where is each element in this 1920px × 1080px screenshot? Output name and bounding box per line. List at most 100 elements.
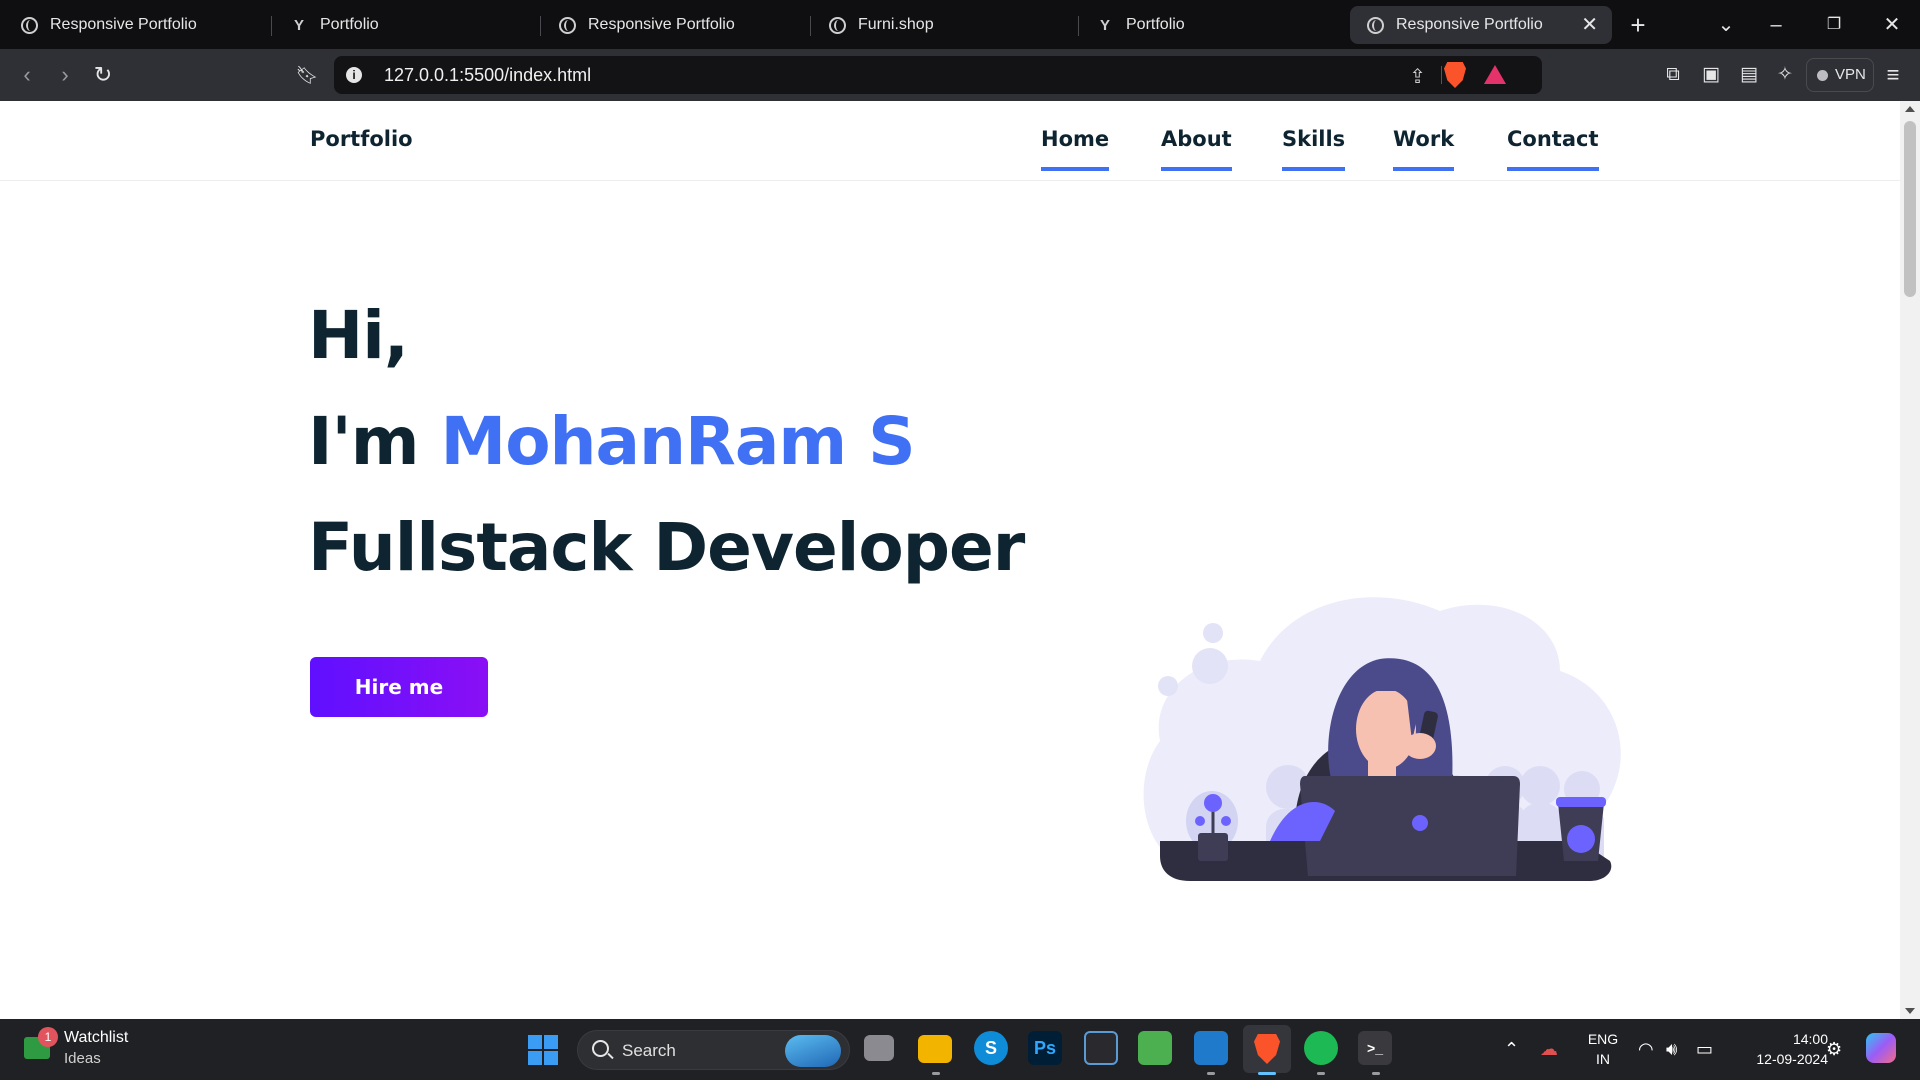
browser-tab-active[interactable]: Responsive Portfolio ✕ bbox=[1350, 6, 1612, 44]
task-view-icon[interactable] bbox=[864, 1035, 894, 1061]
forward-icon[interactable]: › bbox=[52, 62, 78, 88]
running-indicator bbox=[1317, 1072, 1325, 1075]
globe-icon bbox=[828, 16, 846, 34]
active-indicator bbox=[1258, 1072, 1276, 1075]
clock-date[interactable]: 12-09-2024 bbox=[1734, 1051, 1828, 1067]
vscode-icon[interactable] bbox=[1194, 1031, 1228, 1065]
leo-ai-icon[interactable]: ✧ bbox=[1772, 62, 1798, 88]
minimize-window-icon[interactable]: – bbox=[1762, 12, 1790, 38]
restore-window-icon[interactable]: ❐ bbox=[1820, 12, 1848, 38]
close-window-icon[interactable]: ✕ bbox=[1878, 12, 1906, 38]
browser-tab[interactable]: Responsive Portfolio bbox=[4, 6, 272, 44]
search-highlight-image bbox=[785, 1035, 841, 1067]
nav-link-about[interactable]: About bbox=[1161, 127, 1232, 171]
hero-role: Fullstack Developer bbox=[308, 509, 1025, 586]
globe-icon bbox=[20, 16, 38, 34]
divider bbox=[1441, 66, 1442, 84]
running-indicator bbox=[1207, 1072, 1215, 1075]
tab-separator bbox=[540, 16, 541, 36]
hero-intro-prefix: I'm bbox=[308, 403, 441, 480]
region-code[interactable]: IN bbox=[1584, 1051, 1622, 1067]
share-icon[interactable]: ⇪ bbox=[1409, 64, 1426, 89]
hero-greeting: Hi, bbox=[308, 297, 409, 374]
tab-title: Responsive Portfolio bbox=[1396, 16, 1543, 33]
page-scrollbar[interactable] bbox=[1900, 101, 1920, 1019]
tab-separator bbox=[810, 16, 811, 36]
terminal-icon[interactable]: >_ bbox=[1358, 1031, 1392, 1065]
globe-icon bbox=[1366, 16, 1384, 34]
windows-taskbar: 1 Watchlist Ideas Search S Ps >_ ⌃ ☁︎ EN… bbox=[0, 1019, 1920, 1080]
scroll-up-arrow-icon[interactable] bbox=[1905, 106, 1915, 112]
nav-link-home[interactable]: Home bbox=[1041, 127, 1110, 171]
reload-icon[interactable]: ↻ bbox=[90, 62, 116, 88]
tab-title: Furni.shop bbox=[858, 16, 934, 33]
windows-start-icon[interactable] bbox=[528, 1035, 558, 1065]
y-icon: Y bbox=[1099, 16, 1110, 34]
widget-subtitle[interactable]: Ideas bbox=[64, 1050, 101, 1067]
sidebar-icon[interactable]: ▣ bbox=[1698, 62, 1724, 88]
page-viewport: Portfolio Home About Skills Work Contact… bbox=[0, 101, 1900, 1019]
url-text[interactable]: 127.0.0.1:5500/index.html bbox=[384, 65, 591, 86]
scroll-down-arrow-icon[interactable] bbox=[1905, 1008, 1915, 1014]
back-icon[interactable]: ‹ bbox=[14, 62, 40, 88]
onedrive-error-icon[interactable]: ☁︎ bbox=[1540, 1039, 1558, 1060]
browser-tab[interactable]: Furni.shop bbox=[812, 6, 1078, 44]
new-tab-button[interactable]: + bbox=[1624, 12, 1652, 38]
tab-title: Portfolio bbox=[320, 16, 379, 33]
volume-icon[interactable]: 🔊︎ bbox=[1666, 1039, 1677, 1060]
notification-badge: 1 bbox=[38, 1027, 58, 1047]
browser-tab[interactable]: Y Portfolio bbox=[274, 6, 540, 44]
running-indicator bbox=[1372, 1072, 1380, 1075]
menu-icon[interactable]: ≡ bbox=[1880, 62, 1906, 88]
brave-browser-icon[interactable] bbox=[1243, 1025, 1291, 1073]
photoshop-icon[interactable]: Ps bbox=[1028, 1031, 1062, 1065]
brave-shields-icon[interactable] bbox=[1444, 62, 1466, 88]
image-editor-icon[interactable] bbox=[1138, 1031, 1172, 1065]
browser-tab[interactable]: Responsive Portfolio bbox=[542, 6, 810, 44]
hero-name: MohanRam S bbox=[440, 403, 916, 480]
hero-intro: I'm MohanRam S bbox=[308, 403, 916, 480]
skype-icon[interactable]: S bbox=[974, 1031, 1008, 1065]
scrollbar-thumb[interactable] bbox=[1904, 121, 1916, 297]
wallet-icon[interactable]: ▤ bbox=[1736, 62, 1762, 88]
tab-separator bbox=[271, 16, 272, 36]
taskbar-search[interactable]: Search bbox=[577, 1030, 850, 1070]
tab-title: Portfolio bbox=[1126, 16, 1185, 33]
y-icon: Y bbox=[293, 16, 304, 34]
widget-title[interactable]: Watchlist bbox=[64, 1029, 128, 1047]
tab-search-chevron-icon[interactable]: ⌄ bbox=[1712, 12, 1740, 38]
bookmark-icon[interactable]: 🔖︎ bbox=[294, 62, 320, 88]
brave-rewards-icon[interactable] bbox=[1484, 65, 1506, 84]
address-bar[interactable]: i 127.0.0.1:5500/index.html ⇪ bbox=[334, 56, 1542, 94]
settings-gear-icon[interactable]: ⚙︎ bbox=[1826, 1039, 1842, 1060]
browser-tab[interactable]: Y Portfolio bbox=[1080, 6, 1346, 44]
close-tab-icon[interactable]: ✕ bbox=[1581, 15, 1598, 35]
nav-link-contact[interactable]: Contact bbox=[1507, 127, 1599, 171]
extensions-icon[interactable]: ⧉ bbox=[1660, 62, 1686, 88]
site-info-icon[interactable]: i bbox=[346, 67, 362, 83]
tab-separator bbox=[1078, 16, 1079, 36]
file-explorer-icon[interactable] bbox=[918, 1035, 952, 1063]
search-label: Search bbox=[622, 1041, 676, 1060]
running-indicator bbox=[932, 1072, 940, 1075]
browser-toolbar: ‹ › ↻ 🔖︎ i 127.0.0.1:5500/index.html ⇪ ⧉… bbox=[0, 49, 1920, 101]
microsoft-store-icon[interactable] bbox=[1084, 1031, 1118, 1065]
show-hidden-icons-chevron-icon[interactable]: ⌃ bbox=[1504, 1039, 1519, 1060]
watchlist-widget-icon[interactable]: 1 bbox=[24, 1027, 58, 1061]
language-code[interactable]: ENG bbox=[1584, 1031, 1622, 1047]
search-icon bbox=[592, 1040, 609, 1057]
site-logo[interactable]: Portfolio bbox=[310, 127, 413, 151]
nav-link-skills[interactable]: Skills bbox=[1282, 127, 1346, 171]
wifi-icon[interactable]: ◠ bbox=[1638, 1039, 1654, 1060]
nav-link-work[interactable]: Work bbox=[1393, 127, 1455, 171]
copilot-icon[interactable] bbox=[1866, 1033, 1896, 1063]
clock-time[interactable]: 14:00 bbox=[1734, 1031, 1828, 1047]
battery-icon[interactable]: ▭ bbox=[1696, 1039, 1713, 1060]
browser-tab-strip: Responsive Portfolio Y Portfolio Respons… bbox=[0, 0, 1920, 49]
globe-icon bbox=[558, 16, 576, 34]
vpn-button[interactable]: VPN bbox=[1806, 58, 1874, 92]
hire-me-button[interactable]: Hire me bbox=[310, 657, 488, 717]
spotify-icon[interactable] bbox=[1304, 1031, 1338, 1065]
tab-title: Responsive Portfolio bbox=[50, 16, 197, 33]
developer-illustration bbox=[1143, 597, 1621, 881]
